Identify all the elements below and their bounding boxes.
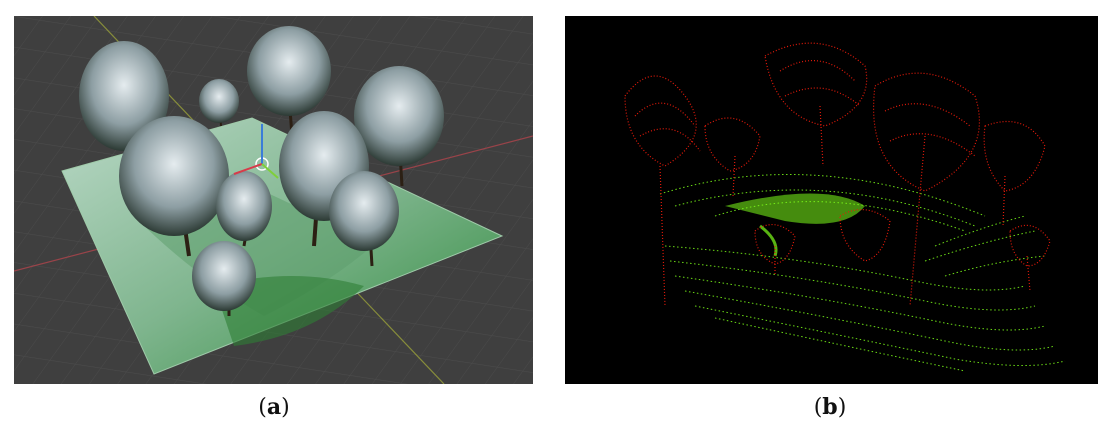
viewport-render-panel [14,16,533,384]
panel-a-caption: (a) [258,394,290,420]
point-cloud-panel [565,16,1098,384]
terrain-scene-image [14,16,533,384]
panel-b-caption: (b) [813,394,847,420]
point-cloud-image [565,16,1098,384]
